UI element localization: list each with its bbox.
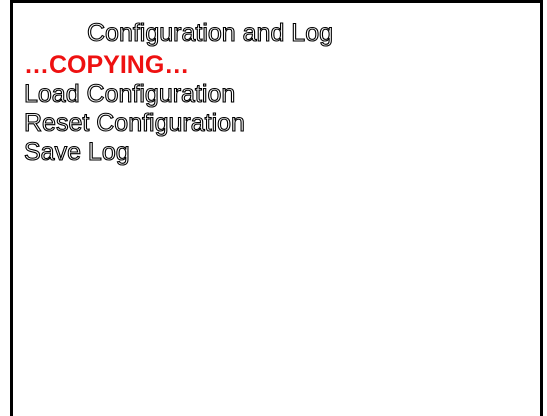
screen-title: Configuration and Log: [86, 18, 334, 47]
menu-item-copying-status[interactable]: …COPYING…: [24, 51, 245, 80]
menu-item-load-configuration[interactable]: Load Configuration: [23, 79, 245, 109]
menu-item-reset-configuration[interactable]: Reset Configuration: [23, 108, 245, 138]
menu-item-save-log[interactable]: Save Log: [23, 137, 245, 167]
screen-frame: Configuration and Log …COPYING… Load Con…: [10, 0, 543, 416]
menu-list: …COPYING… Load Configuration Reset Confi…: [23, 51, 245, 167]
